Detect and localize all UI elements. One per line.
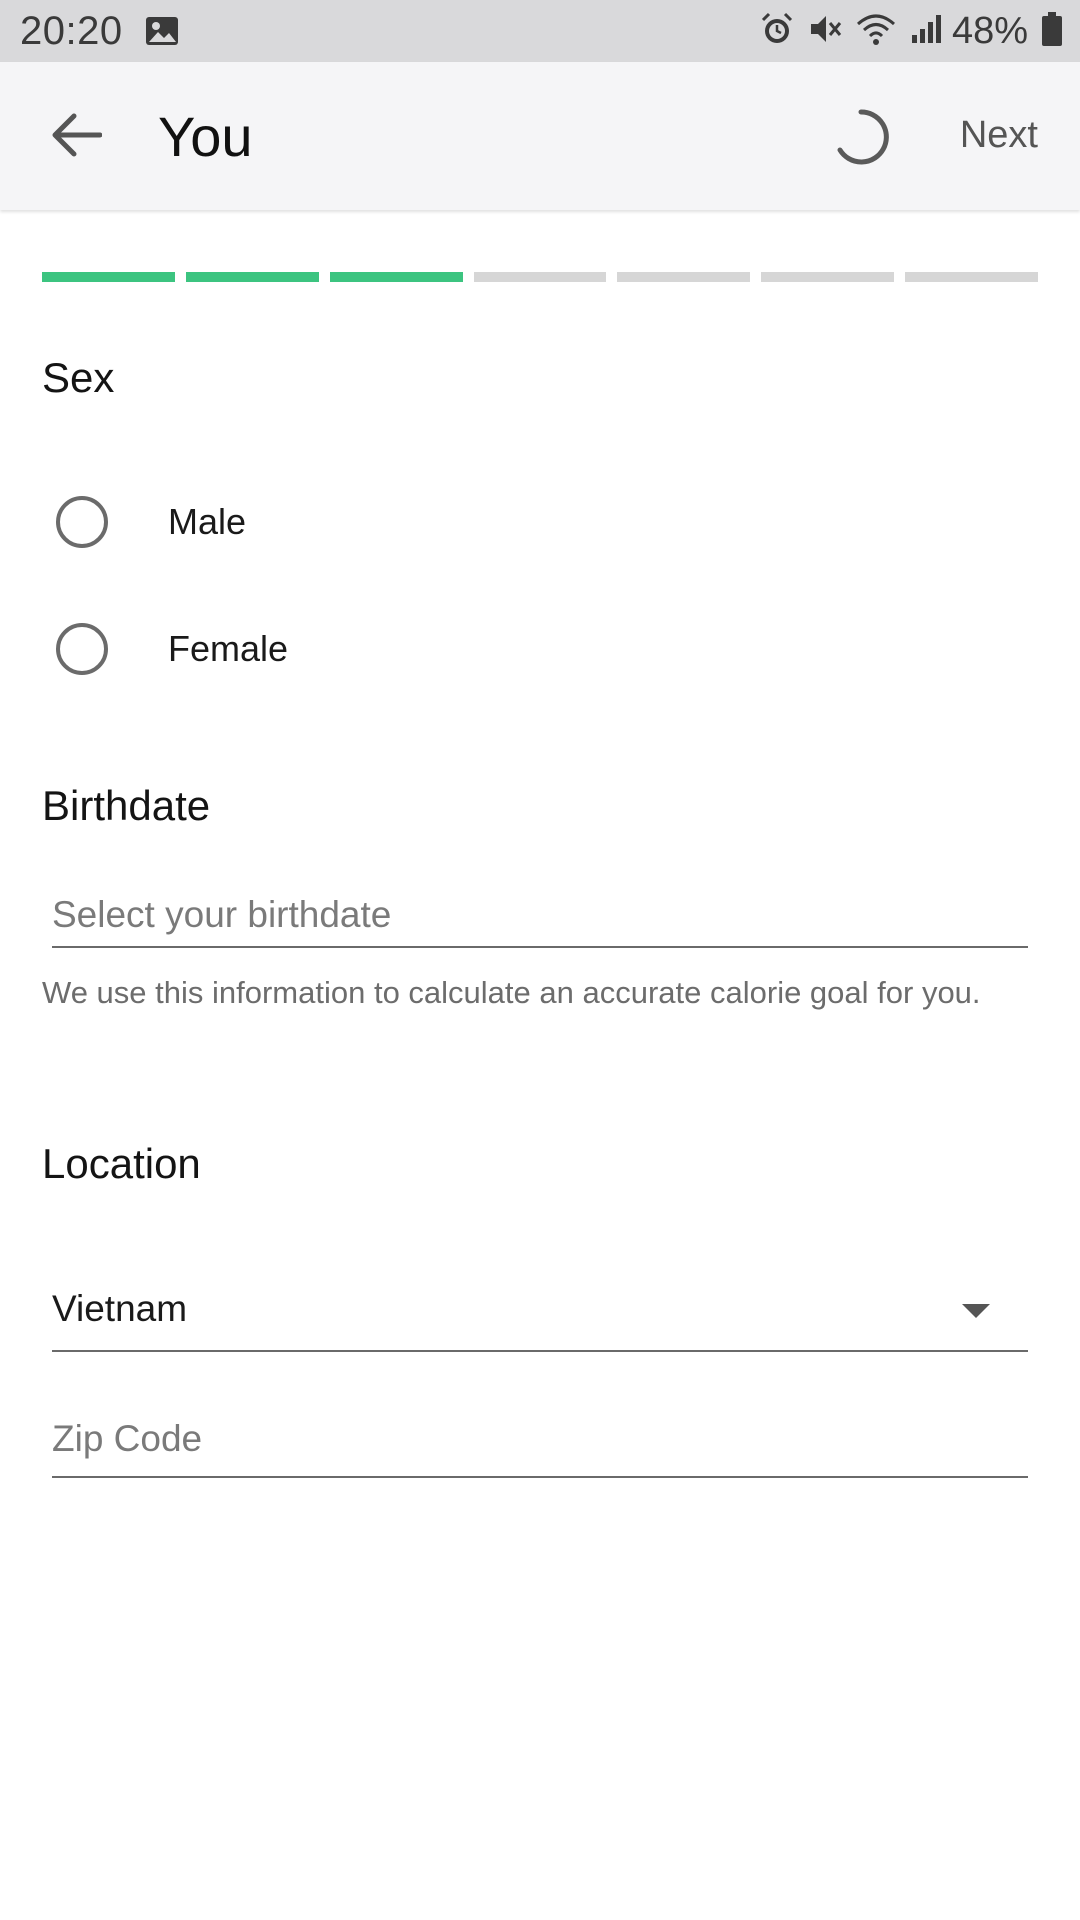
zip-code-placeholder: Zip Code	[52, 1418, 203, 1459]
battery-icon	[1042, 11, 1062, 51]
loading-spinner-icon	[830, 106, 892, 168]
battery-percent: 48%	[951, 9, 1028, 52]
zip-code-field[interactable]: Zip Code	[52, 1412, 1028, 1478]
radio-option-male[interactable]: Male	[56, 496, 246, 548]
progress-step	[905, 272, 1039, 282]
progress-step	[185, 272, 319, 282]
gallery-icon	[145, 16, 179, 46]
next-button[interactable]: Next	[960, 114, 1038, 157]
radio-label: Female	[168, 628, 289, 669]
arrow-left-icon	[52, 113, 102, 157]
progress-step	[617, 272, 751, 282]
location-title: Location	[42, 1140, 201, 1187]
birthdate-helper-text: We use this information to calculate an …	[42, 975, 981, 1010]
sex-title: Sex	[42, 354, 115, 401]
page-title: You	[158, 105, 253, 168]
wifi-icon	[856, 12, 896, 51]
status-time: 20:20	[20, 8, 123, 53]
birthdate-title: Birthdate	[42, 782, 211, 829]
alarm-icon	[760, 12, 794, 51]
progress-step	[329, 272, 463, 282]
back-button[interactable]	[44, 102, 110, 168]
birthdate-field[interactable]: Select your birthdate	[52, 888, 1028, 948]
progress-step	[761, 272, 895, 282]
progress-step	[42, 272, 175, 282]
radio-button[interactable]	[56, 496, 108, 548]
radio-label: Male	[168, 501, 247, 542]
mute-icon	[808, 12, 842, 51]
progress-indicator	[42, 272, 1039, 284]
progress-step	[473, 272, 607, 282]
signal-icon	[910, 13, 942, 50]
radio-button[interactable]	[56, 623, 108, 675]
radio-option-female[interactable]: Female	[56, 623, 288, 675]
country-value: Vietnam	[52, 1288, 188, 1329]
status-bar: 20:20 48%	[0, 0, 1080, 62]
dropdown-arrow-icon	[962, 1304, 990, 1318]
app-bar: You Next	[0, 62, 1080, 210]
country-select[interactable]: Vietnam	[52, 1282, 1028, 1352]
birthdate-placeholder: Select your birthdate	[52, 894, 392, 935]
